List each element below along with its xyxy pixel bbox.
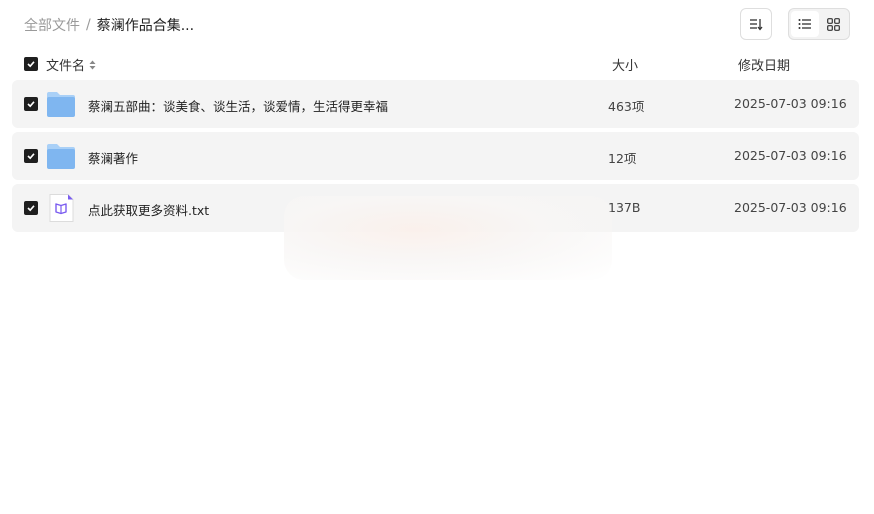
file-name[interactable]: 蔡澜五部曲：谈美食、谈生活，谈爱情，生活得更幸福: [88, 96, 388, 115]
check-icon: [27, 101, 35, 108]
file-name[interactable]: 点此获取更多资料.txt: [88, 200, 209, 219]
file-size: 463项: [608, 99, 645, 114]
column-header-date[interactable]: 修改日期: [738, 55, 790, 74]
file-date: 2025-07-03 09:16: [734, 200, 847, 215]
row-checkbox[interactable]: [24, 97, 38, 111]
file-name[interactable]: 蔡澜著作: [88, 148, 138, 167]
sort-icon: [750, 19, 763, 31]
file-size: 12项: [608, 151, 637, 166]
column-header-row: 文件名 大小 修改日期: [0, 52, 874, 76]
file-date: 2025-07-03 09:16: [734, 148, 847, 163]
file-row[interactable]: 蔡澜著作 12项 2025-07-03 09:16: [12, 132, 859, 180]
check-icon: [27, 153, 35, 160]
view-toggle-group: [788, 8, 850, 40]
top-bar: 全部文件 / 蔡澜作品合集...: [0, 0, 874, 48]
check-icon: [27, 61, 35, 68]
folder-icon: [47, 92, 75, 117]
column-header-size[interactable]: 大小: [612, 55, 638, 74]
list-view-icon: [798, 19, 811, 29]
select-all-checkbox[interactable]: [24, 57, 38, 71]
breadcrumb-separator: /: [86, 17, 91, 33]
sort-arrows-icon: [89, 60, 96, 70]
file-row[interactable]: 蔡澜五部曲：谈美食、谈生活，谈爱情，生活得更幸福 463项 2025-07-03…: [12, 80, 859, 128]
check-icon: [27, 205, 35, 212]
breadcrumb-root-link[interactable]: 全部文件: [24, 15, 80, 35]
sort-button[interactable]: [740, 8, 772, 40]
file-date: 2025-07-03 09:16: [734, 96, 847, 111]
column-header-name[interactable]: 文件名: [46, 55, 96, 74]
grid-view-button[interactable]: [819, 11, 847, 37]
breadcrumb-current-folder: 蔡澜作品合集...: [96, 18, 195, 34]
list-view-button[interactable]: [791, 11, 819, 37]
blur-overlay: [284, 196, 612, 280]
row-checkbox[interactable]: [24, 149, 38, 163]
text-file-icon: [49, 194, 74, 222]
row-checkbox[interactable]: [24, 201, 38, 215]
folder-icon: [47, 144, 75, 169]
breadcrumb: 全部文件 / 蔡澜作品合集...: [24, 15, 194, 35]
column-name-label: 文件名: [46, 59, 86, 74]
file-size: 137B: [608, 200, 641, 215]
grid-view-icon: [826, 17, 840, 31]
